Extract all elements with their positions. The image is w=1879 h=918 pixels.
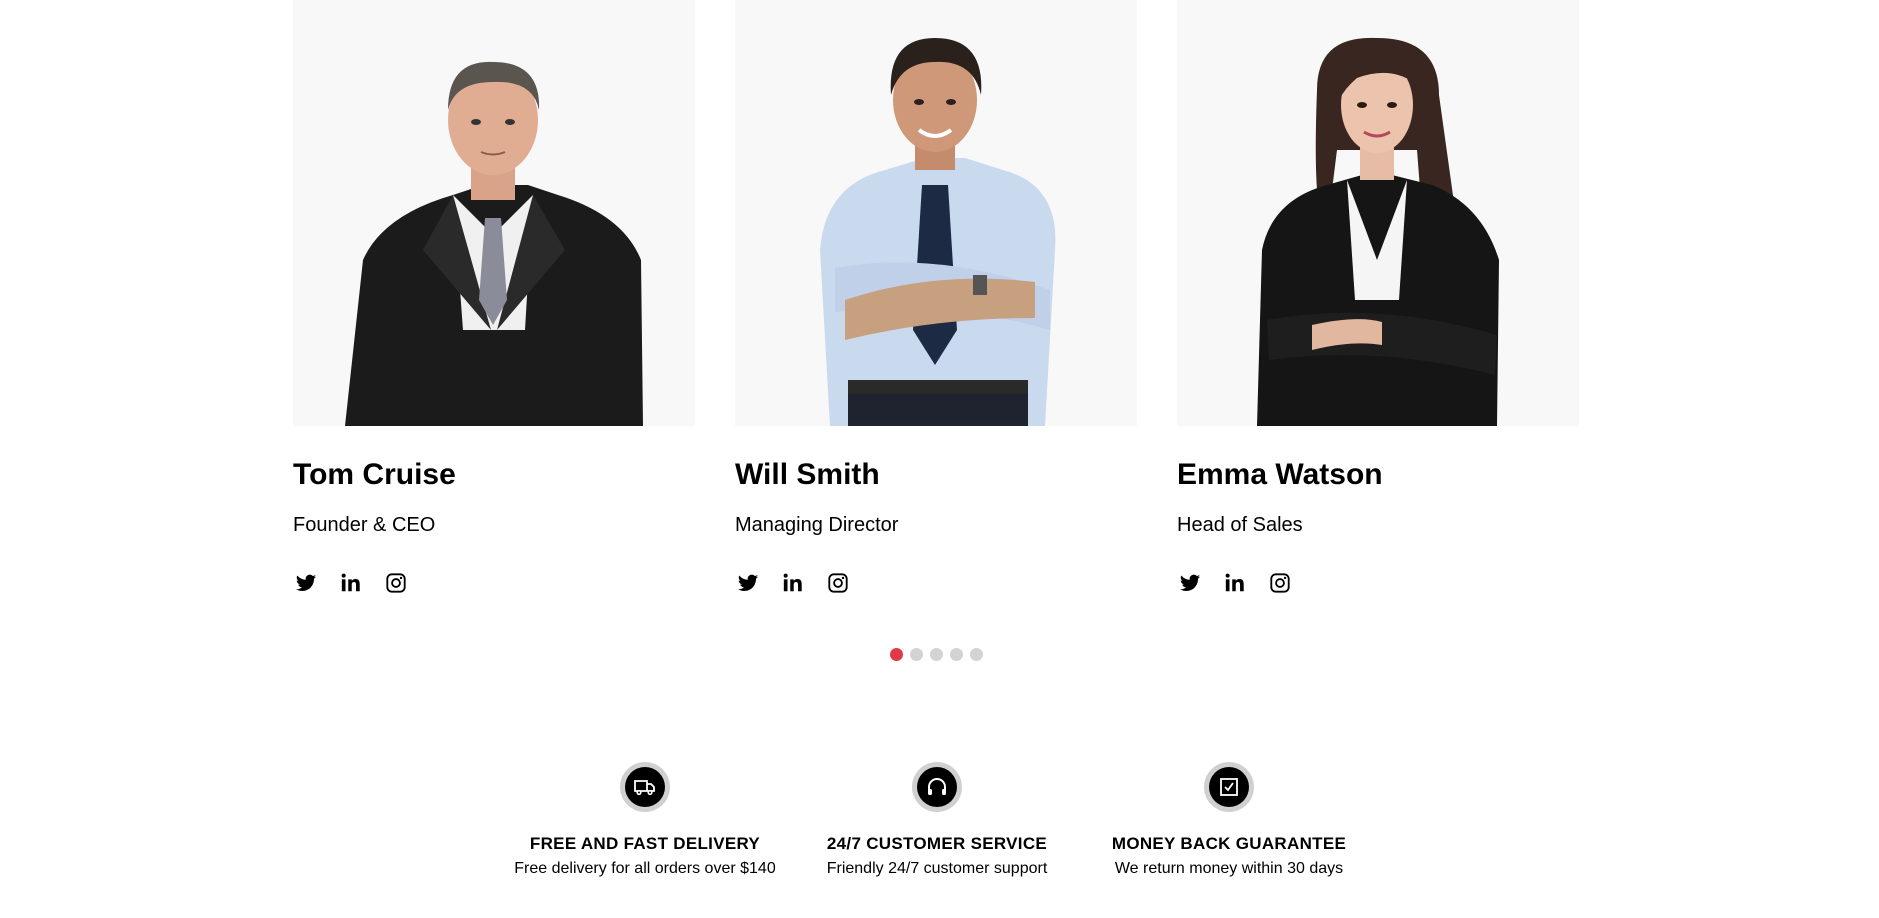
feature-item: 24/7 CUSTOMER SERVICE Friendly 24/7 cust…: [787, 762, 1087, 878]
person-photo: [1257, 37, 1499, 426]
feature-title: 24/7 CUSTOMER SERVICE: [826, 834, 1048, 853]
twitter-icon[interactable]: [735, 570, 761, 596]
feature-title: MONEY BACK GUARANTEE: [1111, 834, 1347, 853]
linkedin-icon[interactable]: [780, 570, 806, 596]
team-member-role: Founder & CEO: [293, 514, 436, 536]
team-member-role: Head of Sales: [1177, 514, 1303, 536]
team-member-role: Managing Director: [735, 514, 899, 536]
truck-icon: [620, 762, 670, 812]
carousel-dot-4[interactable]: [950, 648, 963, 661]
feature-description: We return money within 30 days: [1114, 860, 1344, 877]
team-photo: [293, 0, 695, 426]
carousel-dot-3[interactable]: [930, 648, 943, 661]
person-photo: [345, 61, 643, 426]
carousel-dot-1[interactable]: [890, 648, 903, 661]
team-member-name: Will Smith: [735, 458, 880, 491]
check-square-icon: [1204, 762, 1254, 812]
linkedin-icon[interactable]: [338, 570, 364, 596]
team-card: Will Smith Managing Director: [735, 0, 1137, 593]
instagram-icon[interactable]: [825, 570, 851, 596]
carousel-dot-2[interactable]: [910, 648, 923, 661]
social-links: [1177, 570, 1312, 596]
social-links: [735, 570, 870, 596]
feature-item: MONEY BACK GUARANTEE We return money wit…: [1079, 762, 1379, 878]
feature-item: FREE AND FAST DELIVERY Free delivery for…: [495, 762, 795, 878]
instagram-icon[interactable]: [383, 570, 409, 596]
carousel-dot-5[interactable]: [970, 648, 983, 661]
social-links: [293, 570, 428, 596]
instagram-icon[interactable]: [1267, 570, 1293, 596]
linkedin-icon[interactable]: [1222, 570, 1248, 596]
team-card: Tom Cruise Founder & CEO: [293, 0, 695, 593]
twitter-icon[interactable]: [1177, 570, 1203, 596]
carousel-pagination: [890, 648, 990, 661]
feature-title: FREE AND FAST DELIVERY: [529, 834, 761, 853]
headphones-icon: [912, 762, 962, 812]
team-photo: [735, 0, 1137, 426]
team-member-name: Tom Cruise: [293, 458, 456, 491]
twitter-icon[interactable]: [293, 570, 319, 596]
person-photo: [820, 38, 1056, 426]
team-member-name: Emma Watson: [1177, 458, 1383, 491]
feature-description: Free delivery for all orders over $140: [514, 860, 776, 877]
team-photo: [1177, 0, 1579, 426]
feature-description: Friendly 24/7 customer support: [826, 860, 1048, 877]
team-card: Emma Watson Head of Sales: [1177, 0, 1579, 593]
